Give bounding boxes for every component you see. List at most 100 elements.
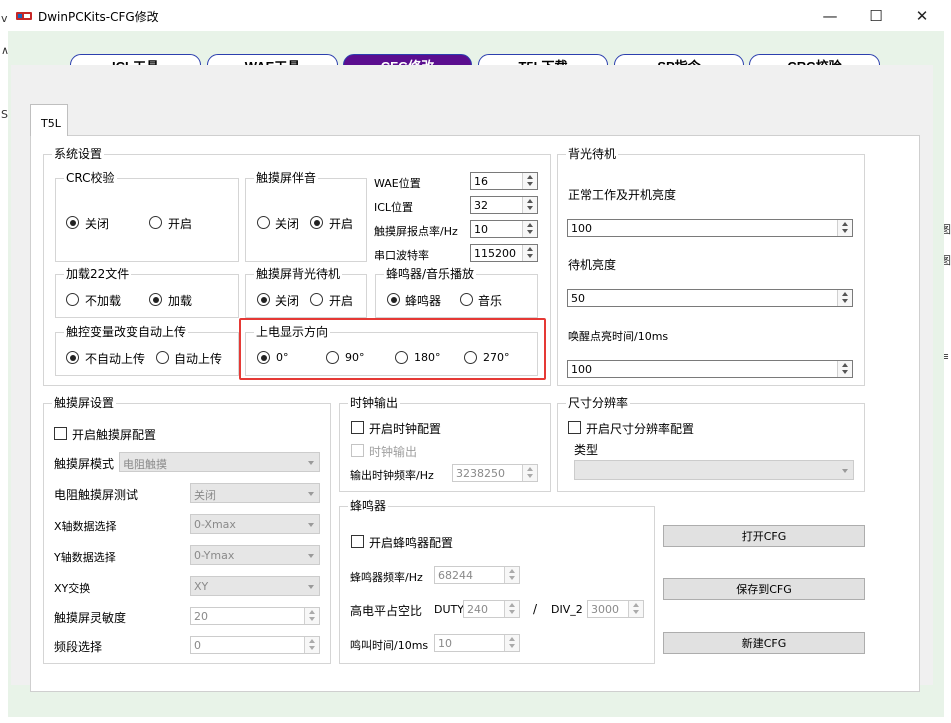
window-title: DwinPCKits-CFG修改 — [38, 10, 159, 24]
spin-arrows-icon[interactable] — [504, 601, 519, 617]
spin-value: 3238250 — [456, 467, 505, 480]
crc-on-label: 开启 — [168, 217, 193, 231]
dwin-logo-icon — [16, 10, 32, 22]
new-cfg-button[interactable]: 新建CFG — [663, 632, 865, 654]
buzzer-enable-label: 开启蜂鸣器配置 — [369, 536, 454, 550]
beep-time-spinbox[interactable]: 10 — [434, 634, 520, 652]
load22-on-radio[interactable] — [149, 293, 162, 306]
auto-upload-off-label: 不自动上传 — [85, 352, 146, 366]
buzzer-freq-label: 蜂鸣器频率/Hz — [350, 571, 423, 584]
tab-t5l[interactable]: T5L — [30, 104, 68, 136]
music-label: 音乐 — [478, 294, 503, 308]
wake-time-spinbox[interactable]: 100 — [567, 360, 853, 378]
resist-test-label: 电阻触摸屏测试 — [54, 488, 139, 502]
auto-upload-off-radio[interactable] — [66, 351, 79, 364]
group-title: 触摸屏背光待机 — [254, 266, 343, 282]
spin-arrows-icon[interactable] — [504, 567, 519, 583]
touch-sound-off-radio[interactable] — [257, 216, 270, 229]
backlight-standby-on-radio[interactable] — [310, 293, 323, 306]
spin-value: 20 — [194, 610, 208, 623]
touch-sound-on-radio[interactable] — [310, 216, 323, 229]
baud-rate-spinbox[interactable]: 115200 — [470, 244, 538, 262]
touch-mode-select[interactable]: 电阻触摸 — [119, 452, 320, 472]
spin-arrows-icon[interactable] — [522, 197, 537, 213]
icl-position-spinbox[interactable]: 32 — [470, 196, 538, 214]
touch-sound-on-label: 开启 — [329, 217, 354, 231]
backlight-standby-off-radio[interactable] — [257, 293, 270, 306]
x-axis-select[interactable]: 0-Xmax — [190, 514, 320, 534]
resist-test-select[interactable]: 关闭 — [190, 483, 320, 503]
xy-swap-label: XY交换 — [54, 582, 91, 595]
wake-time-label: 唤醒点亮时间/10ms — [568, 330, 669, 343]
crc-off-radio[interactable] — [66, 216, 79, 229]
group-title: 触摸屏伴音 — [254, 170, 319, 186]
save-cfg-button[interactable]: 保存到CFG — [663, 578, 865, 600]
duty-spinbox[interactable]: 240 — [463, 600, 520, 618]
y-axis-select[interactable]: 0-Ymax — [190, 545, 320, 565]
crc-on-radio[interactable] — [149, 216, 162, 229]
spin-arrows-icon[interactable] — [522, 221, 537, 237]
clock-output-checkbox[interactable] — [351, 444, 364, 457]
spin-arrows-icon[interactable] — [837, 361, 852, 377]
buzzer-enable-checkbox[interactable] — [351, 535, 364, 548]
spin-arrows-icon[interactable] — [304, 637, 319, 653]
wae-position-spinbox[interactable]: 16 — [470, 172, 538, 190]
close-button[interactable]: ✕ — [899, 0, 945, 31]
band-label: 频段选择 — [54, 640, 103, 654]
auto-upload-on-radio[interactable] — [156, 351, 169, 364]
touch-mode-label: 触摸屏模式 — [54, 457, 115, 471]
load22-off-radio[interactable] — [66, 293, 79, 306]
spin-value: 100 — [571, 222, 592, 235]
auto-upload-on-label: 自动上传 — [174, 352, 223, 366]
clock-freq-spinbox[interactable]: 3238250 — [452, 464, 538, 482]
standby-brightness-spinbox[interactable]: 50 — [567, 289, 853, 307]
baud-rate-label: 串口波特率 — [374, 249, 429, 262]
touch-enable-checkbox[interactable] — [54, 427, 67, 440]
minimize-button[interactable]: — — [807, 0, 853, 31]
spin-arrows-icon[interactable] — [837, 220, 852, 236]
group-title: 触控变量改变自动上传 — [64, 324, 189, 340]
spin-arrows-icon[interactable] — [628, 601, 643, 617]
open-cfg-button[interactable]: 打开CFG — [663, 525, 865, 547]
div2-spinbox[interactable]: 3000 — [587, 600, 644, 618]
music-radio[interactable] — [460, 293, 473, 306]
buzzer-freq-spinbox[interactable]: 68244 — [434, 566, 520, 584]
group-title: CRC校验 — [64, 170, 117, 186]
duty-label: 高电平占空比 — [350, 604, 423, 618]
sensitivity-spinbox[interactable]: 20 — [190, 607, 320, 625]
y-axis-label: Y轴数据选择 — [54, 551, 116, 564]
group-title: 触摸屏设置 — [52, 395, 117, 411]
title-bar: DwinPCKits-CFG修改 — ☐ ✕ — [0, 0, 951, 31]
resolution-enable-checkbox[interactable] — [568, 421, 581, 434]
touch-rate-label: 触摸屏报点率/Hz — [374, 225, 458, 238]
spin-arrows-icon[interactable] — [504, 635, 519, 651]
backlight-standby-on-label: 开启 — [329, 294, 354, 308]
standby-brightness-label: 待机亮度 — [568, 258, 617, 272]
xy-swap-select[interactable]: XY — [190, 576, 320, 596]
band-spinbox[interactable]: 0 — [190, 636, 320, 654]
clock-enable-checkbox[interactable] — [351, 421, 364, 434]
resolution-type-select[interactable] — [574, 460, 854, 480]
spin-arrows-icon[interactable] — [304, 608, 319, 624]
group-title: 加载22文件 — [64, 266, 132, 282]
load22-on-label: 加载 — [168, 294, 193, 308]
touch-enable-label: 开启触摸屏配置 — [72, 428, 157, 442]
spin-arrows-icon[interactable] — [522, 245, 537, 261]
spin-arrows-icon[interactable] — [522, 465, 537, 481]
duty-slash: / — [533, 602, 538, 616]
normal-brightness-spinbox[interactable]: 100 — [567, 219, 853, 237]
beep-time-label: 鸣叫时间/10ms — [350, 639, 429, 652]
crc-off-label: 关闭 — [85, 217, 110, 231]
x-axis-label: X轴数据选择 — [54, 520, 117, 533]
touch-rate-spinbox[interactable]: 10 — [470, 220, 538, 238]
spin-value: 68244 — [438, 569, 473, 582]
div2-label: DIV_2 — [551, 603, 583, 616]
buzzer-radio[interactable] — [387, 293, 400, 306]
spin-value: 240 — [467, 603, 488, 616]
maximize-button[interactable]: ☐ — [853, 0, 899, 31]
spin-arrows-icon[interactable] — [522, 173, 537, 189]
group-title: 蜂鸣器/音乐播放 — [384, 266, 477, 282]
load22-group: 加载22文件 — [55, 266, 239, 318]
spin-arrows-icon[interactable] — [837, 290, 852, 306]
spin-value: 16 — [474, 175, 488, 188]
